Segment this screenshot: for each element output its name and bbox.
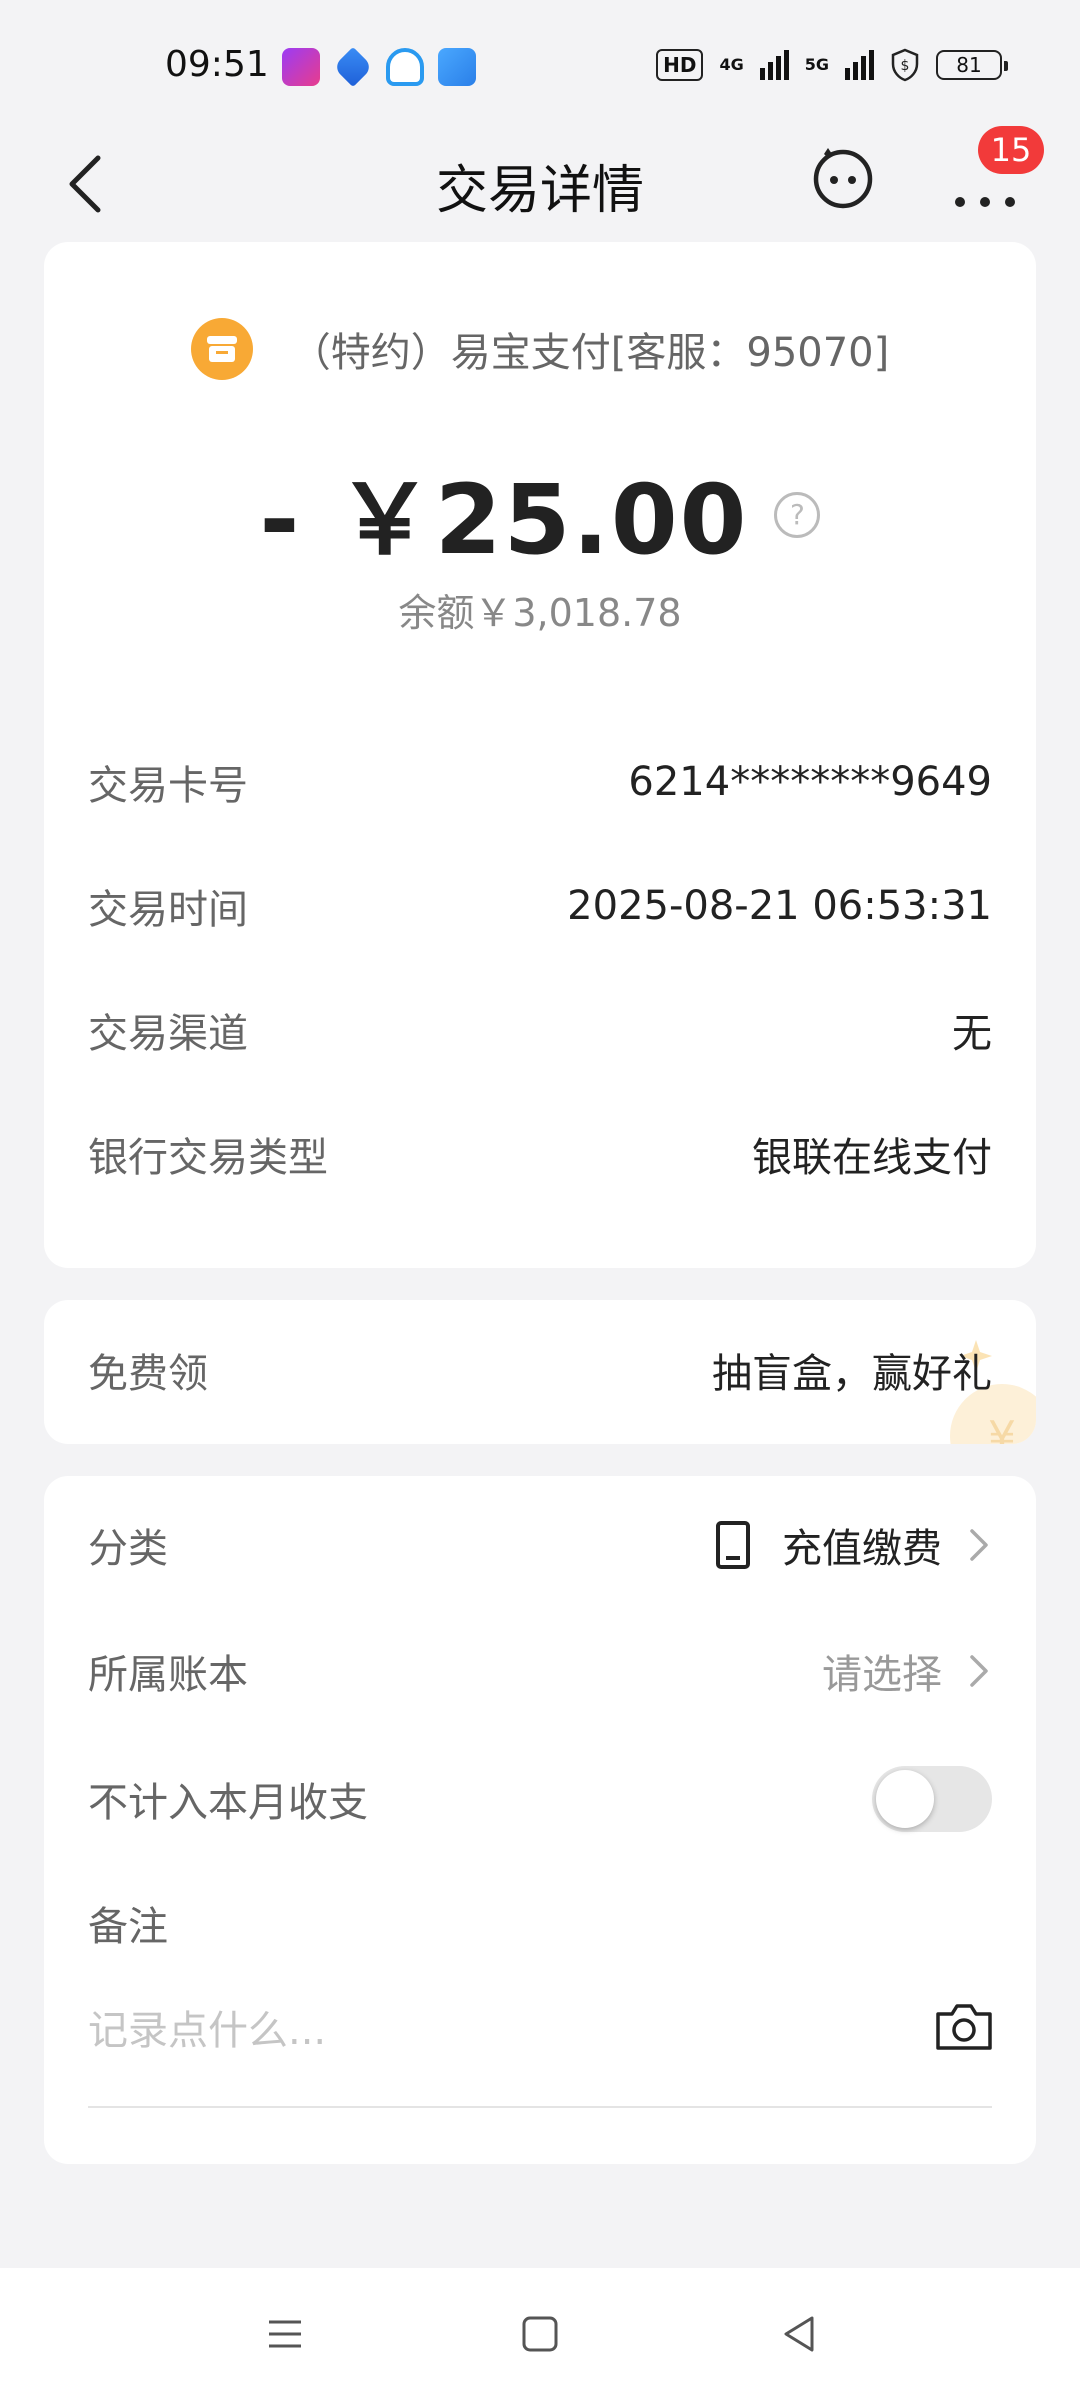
detail-value: 6214********9649 xyxy=(628,759,992,805)
account-book-value: 请选择 xyxy=(822,1652,942,1698)
status-indicators: HD 4G 5G $ 81 xyxy=(656,48,1008,82)
battery-level: 81 xyxy=(956,53,982,77)
security-shield-icon: $ xyxy=(891,48,919,82)
back-nav-icon[interactable] xyxy=(770,2304,830,2364)
home-icon[interactable] xyxy=(510,2304,570,2364)
app-header: 交易详情 xyxy=(0,130,1080,240)
chevron-right-icon xyxy=(970,1655,988,1687)
notification-badge: 15 xyxy=(978,126,1044,174)
detail-label: 银行交易类型 xyxy=(88,1135,328,1181)
account-book-selector[interactable]: 请选择 xyxy=(822,1642,992,1700)
help-icon[interactable]: ? xyxy=(774,491,821,538)
page-title: 交易详情 xyxy=(435,161,644,221)
transaction-amount: - ￥25.00 xyxy=(259,464,749,576)
detail-value: 无 xyxy=(952,1011,992,1057)
promo-value: 抽盲盒，赢好礼 xyxy=(712,1351,992,1397)
exclude-month-row: 不计入本月收支 xyxy=(88,1764,992,1834)
weather-icon xyxy=(438,48,476,86)
detail-label: 交易渠道 xyxy=(88,1011,248,1057)
svg-text:$: $ xyxy=(901,58,910,74)
detail-row-bank-type: 银行交易类型 银联在线支付 xyxy=(88,1124,992,1184)
promo-label: 免费领 xyxy=(88,1351,208,1397)
account-balance: 余额￥3,018.78 xyxy=(398,591,682,635)
merchant-row: （特约）易宝支付[客服：95070] xyxy=(44,318,1036,380)
account-book-row[interactable]: 所属账本 请选择 xyxy=(88,1636,992,1706)
detail-row-channel: 交易渠道 无 xyxy=(88,1000,992,1060)
customer-service-robot-icon[interactable] xyxy=(810,144,876,210)
exclude-month-label: 不计入本月收支 xyxy=(88,1780,368,1826)
app-notification-icon xyxy=(282,48,320,86)
signal-icon xyxy=(845,50,874,80)
detail-label: 交易卡号 xyxy=(88,763,248,809)
merchant-name: （特约）易宝支付[客服：95070] xyxy=(290,330,890,376)
exclude-month-toggle[interactable] xyxy=(872,1766,992,1832)
note-row: 备注 xyxy=(88,1888,992,1958)
signal-icon xyxy=(759,50,789,80)
promo-card[interactable]: ¥ 免费领 抽盲盒，赢好礼 xyxy=(44,1300,1036,1444)
notification-icons xyxy=(282,46,476,88)
store-icon xyxy=(190,318,253,380)
category-value: 充值缴费 xyxy=(782,1526,942,1572)
transaction-card: （特约）易宝支付[客服：95070] - ￥25.00 ? 余额￥3,018.7… xyxy=(44,242,1036,1268)
detail-row-time: 交易时间 2025-08-21 06:53:31 xyxy=(88,876,992,936)
network-4g-label: 4G xyxy=(719,55,744,74)
toggle-knob xyxy=(876,1770,934,1828)
note-input[interactable] xyxy=(88,1996,868,2066)
battery-icon: 81 xyxy=(936,50,1008,80)
amount-row: - ￥25.00 ? xyxy=(44,442,1036,581)
detail-value: 银联在线支付 xyxy=(752,1135,992,1181)
system-navigation-bar xyxy=(0,2268,1080,2400)
category-label: 分类 xyxy=(88,1526,168,1572)
note-label: 备注 xyxy=(88,1904,168,1950)
network-5g-label: 5G xyxy=(804,55,829,74)
status-bar: 09:51 HD 4G 5G $ 81 xyxy=(0,0,1080,130)
svg-text:¥: ¥ xyxy=(988,1412,1016,1444)
phone-icon xyxy=(716,1521,750,1569)
settings-card: 分类 充值缴费 所属账本 请选择 不计入本月收支 备注 xyxy=(44,1476,1036,2164)
account-book-label: 所属账本 xyxy=(88,1652,248,1698)
hd-icon: HD xyxy=(656,49,704,81)
app-notification-icon xyxy=(386,48,424,86)
app-notification-icon xyxy=(332,46,374,88)
detail-row-card-number: 交易卡号 6214********9649 xyxy=(88,752,992,812)
camera-icon[interactable] xyxy=(934,2002,994,2052)
detail-label: 交易时间 xyxy=(88,887,248,933)
category-row[interactable]: 分类 充值缴费 xyxy=(88,1510,992,1580)
promo-row: 免费领 抽盲盒，赢好礼 xyxy=(88,1340,992,1400)
status-time: 09:51 xyxy=(165,44,269,85)
category-selector[interactable]: 充值缴费 xyxy=(716,1516,992,1574)
divider xyxy=(88,2106,992,2108)
chevron-right-icon xyxy=(970,1529,988,1561)
detail-value: 2025-08-21 06:53:31 xyxy=(567,883,992,929)
menu-icon[interactable] xyxy=(255,2304,315,2364)
